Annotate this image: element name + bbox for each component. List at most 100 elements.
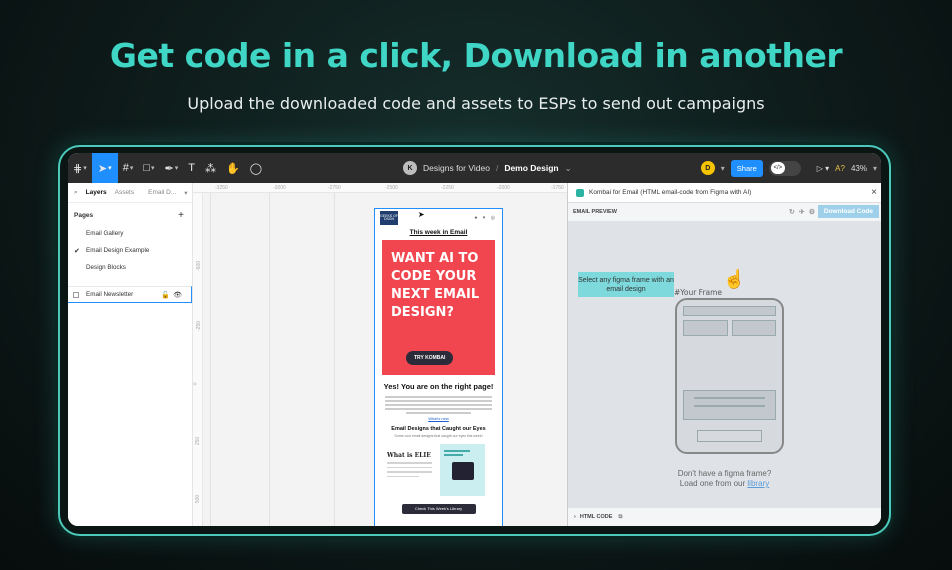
email-yes-heading: Yes! You are on the right page! xyxy=(383,382,494,391)
move-tool-icon[interactable]: ➤ ▾ xyxy=(91,153,118,183)
try-kombai-button[interactable]: TRY KOMBAI xyxy=(406,351,454,365)
close-icon[interactable]: × xyxy=(871,187,877,198)
ruler-label: -500 xyxy=(196,260,203,272)
social-icons: ● ▾ ◎ xyxy=(474,215,497,221)
tab-layers[interactable]: Layers xyxy=(86,189,107,196)
chevron-down-icon[interactable]: ▾ xyxy=(721,164,725,173)
kombai-logo-icon xyxy=(576,188,584,197)
phone-placeholder xyxy=(675,298,784,454)
ruler-left: -500 -250 0 250 500 xyxy=(193,193,203,526)
canvas-guide xyxy=(269,193,270,526)
layer-label: Email Newsletter xyxy=(86,291,134,298)
check-library-button[interactable]: Check This Week's Library xyxy=(401,504,476,514)
email-cards: What is ELIE xyxy=(375,438,502,496)
kombai-plugin-panel: Kombai for Email (HTML email-code from F… xyxy=(567,183,881,526)
email-this-week: This week in Email xyxy=(409,229,468,236)
figma-screen: ⋕ ▾ ➤ ▾ # ▾ □ ▾ ✒ ▾ T ⁂ ✋ ◯ K Designs for Vid… xyxy=(68,153,881,526)
your-frame-label: #Your Frame xyxy=(674,288,723,297)
pages-header: Pages + xyxy=(68,205,192,225)
email-card xyxy=(440,444,485,496)
accessibility-icon[interactable]: A? xyxy=(835,164,845,173)
card-title: What is ELIE xyxy=(387,452,431,459)
ruler-label: -2500 xyxy=(385,185,398,191)
dev-mode-toggle[interactable]: </> xyxy=(768,160,801,176)
zoom-level[interactable]: 43% xyxy=(851,164,867,173)
file-name[interactable]: Demo Design xyxy=(504,163,558,173)
breadcrumb: K Designs for Video / Demo Design ⌄ xyxy=(403,153,572,183)
design-canvas[interactable]: -3250 -3000 -2750 -2500 -2250 -2000 -175… xyxy=(193,183,567,526)
refresh-send-gear-icons[interactable]: ↻✈⚙ xyxy=(789,208,819,216)
email-body-text xyxy=(375,391,502,414)
tab-assets[interactable]: Assets xyxy=(115,189,135,196)
whats-new-link[interactable]: What's new xyxy=(375,416,502,421)
download-code-button[interactable]: Download Code xyxy=(817,205,879,218)
share-button[interactable]: Share xyxy=(730,159,763,177)
text-tool-icon[interactable]: T xyxy=(183,157,200,179)
select-frame-prompt: Select any figma frame with an email des… xyxy=(578,272,674,297)
ruler-label: -2750 xyxy=(328,185,341,191)
chevron-down-icon[interactable]: ▾ xyxy=(184,189,187,197)
file-dropdown[interactable]: Email D... xyxy=(148,189,176,196)
pages-heading: Pages xyxy=(74,211,94,219)
email-card: What is ELIE xyxy=(387,444,432,496)
plugin-header: Kombai for Email (HTML email-code from F… xyxy=(568,183,881,203)
html-code-section[interactable]: › HTML CODE ⧉ xyxy=(568,508,881,526)
ruler-label: 0 xyxy=(193,383,198,386)
no-frame-line1: Don't have a figma frame? xyxy=(677,469,772,478)
project-name[interactable]: Designs for Video xyxy=(423,163,490,173)
email-designs-heading: Email Designs that Caught our Eyes xyxy=(391,426,486,432)
page-label: Design Blocks xyxy=(86,264,126,271)
ruler-label: -3000 xyxy=(273,185,286,191)
page-item[interactable]: ✔ Email Design Example xyxy=(68,242,192,259)
email-logo: GEEKS OF DSGN xyxy=(380,211,398,225)
user-avatar[interactable]: D xyxy=(700,161,715,175)
figma-toolbar: ⋕ ▾ ➤ ▾ # ▾ □ ▾ ✒ ▾ T ⁂ ✋ ◯ K Designs for Vid… xyxy=(68,153,881,183)
email-header: GEEKS OF DSGN ➤ ● ▾ ◎ xyxy=(375,209,502,227)
no-frame-line2: Load one from our xyxy=(679,479,746,488)
shape-tool-icon[interactable]: □ ▾ xyxy=(138,157,159,179)
team-avatar: K xyxy=(403,161,417,175)
hand-tool-icon[interactable]: ✋ xyxy=(221,157,245,179)
main-menu-icon[interactable]: ⋕ ▾ xyxy=(68,157,92,179)
toolbar-right: D ▾ Share </> ▷ ▾ A? 43% ▾ xyxy=(700,153,877,183)
add-page-button[interactable]: + xyxy=(178,210,184,221)
search-icon[interactable]: ⌕ xyxy=(74,189,78,197)
hero-text: WANT AI TO CODE YOUR NEXT EMAIL DESIGN? xyxy=(391,251,480,320)
device-mockup: ⋕ ▾ ➤ ▾ # ▾ □ ▾ ✒ ▾ T ⁂ ✋ ◯ K Designs for Vid… xyxy=(58,145,891,536)
code-icon: </> xyxy=(770,162,785,174)
page-item[interactable]: Email Gallery xyxy=(68,225,192,242)
copy-icon[interactable]: ⧉ xyxy=(618,514,622,521)
frame-tool-icon[interactable]: # ▾ xyxy=(118,157,139,179)
lock-eye-icons[interactable]: 🔓👁 xyxy=(161,291,185,299)
preview-area: ☝ #Your Frame Select any figma frame wit… xyxy=(568,221,881,508)
comment-tool-icon[interactable]: ◯ xyxy=(245,157,267,179)
html-code-label: HTML CODE xyxy=(579,514,613,520)
layer-email-newsletter[interactable]: Email Newsletter 🔓👁 xyxy=(68,286,192,303)
page-label: Email Design Example xyxy=(86,247,150,254)
canvas-guide xyxy=(334,193,335,526)
ruler-label: -2000 xyxy=(497,185,510,191)
ruler-label: -3250 xyxy=(215,185,228,191)
canvas-guide xyxy=(210,193,211,526)
hero-subtitle: Upload the downloaded code and assets to… xyxy=(187,94,765,113)
breadcrumb-separator: / xyxy=(495,163,499,173)
ruler-label: -2250 xyxy=(441,185,454,191)
hero-title: Get code in a click, Download in another xyxy=(109,36,843,75)
page-label: Email Gallery xyxy=(86,230,124,237)
ruler-label: -250 xyxy=(196,320,203,332)
chevron-right-icon: › xyxy=(574,514,576,520)
resources-icon[interactable]: ⁂ xyxy=(200,157,221,179)
frame-icon xyxy=(73,291,79,298)
email-newsletter-frame[interactable]: GEEKS OF DSGN ➤ ● ▾ ◎ This week in Email… xyxy=(374,208,503,526)
chevron-down-icon[interactable]: ▾ xyxy=(873,164,877,173)
chevron-down-icon[interactable]: ⌄ xyxy=(565,163,572,174)
ruler-label: -1750 xyxy=(551,185,564,191)
check-icon: ✔ xyxy=(74,247,80,255)
present-icon[interactable]: ▷ ▾ xyxy=(817,164,829,173)
page-item[interactable]: Design Blocks xyxy=(68,259,192,276)
pen-tool-icon[interactable]: ✒ ▾ xyxy=(160,157,184,179)
email-designs-sub: Some cool email designs that caught our … xyxy=(394,434,483,438)
library-link[interactable]: library xyxy=(747,479,769,488)
layers-panel: ⌕ Layers Assets Email D... ▾ Pages + Ema… xyxy=(68,183,193,526)
no-frame-message: Don't have a figma frame? Load one from … xyxy=(568,469,881,489)
